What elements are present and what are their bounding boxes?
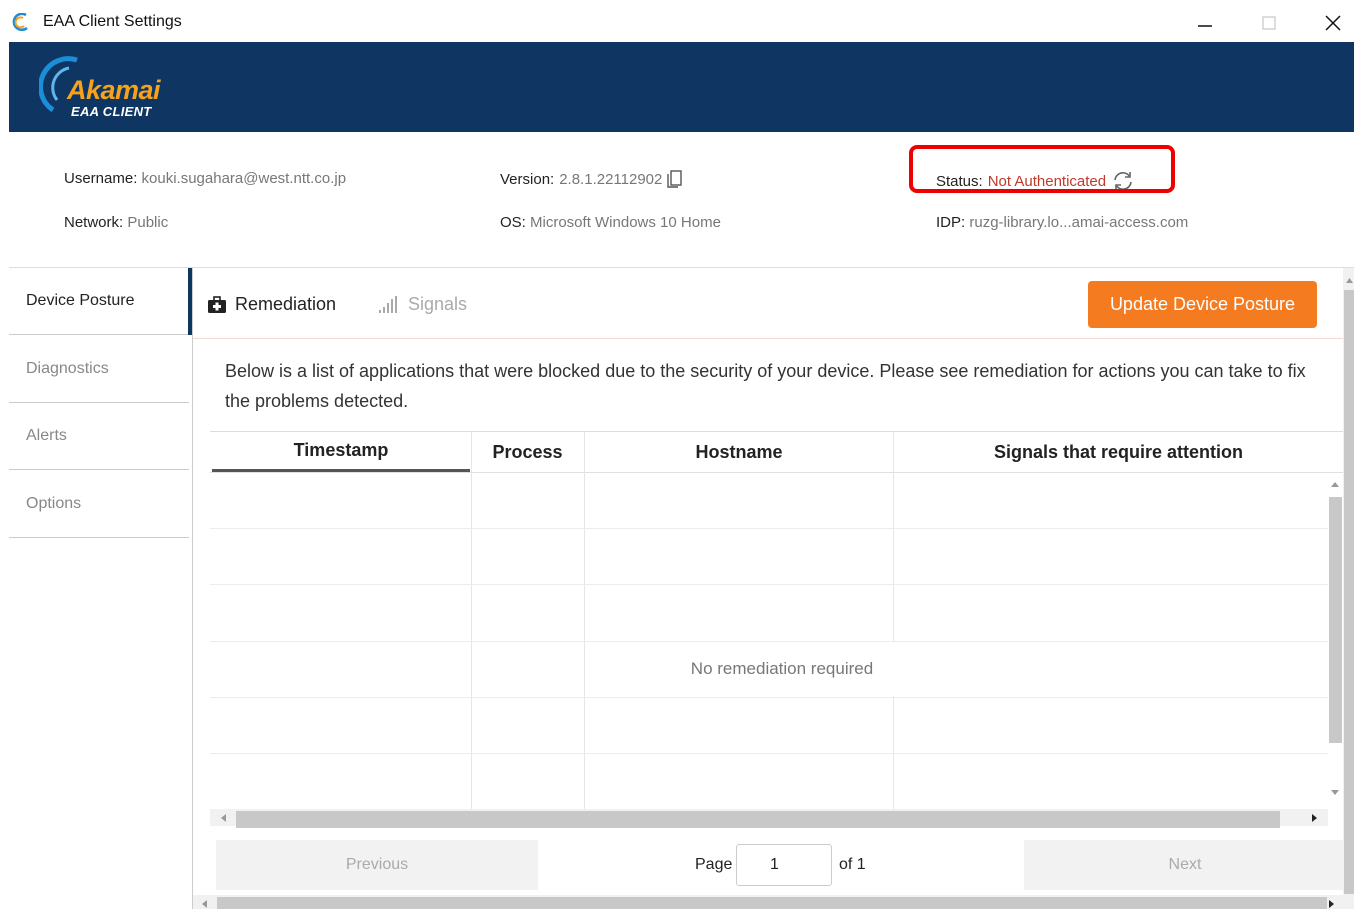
table-row-divider [210, 528, 1328, 529]
os-value: Microsoft Windows 10 Home [530, 214, 721, 231]
column-header-hostname[interactable]: Hostname [585, 432, 893, 472]
empty-table-message: No remediation required [656, 642, 908, 696]
brand-subtitle: EAA CLIENT [71, 104, 152, 119]
info-divider [9, 267, 1354, 268]
tab-signals[interactable]: Signals [378, 294, 467, 315]
minimize-icon [1198, 25, 1212, 27]
next-page-button[interactable]: Next [1024, 840, 1346, 890]
username-info: Username: kouki.sugahara@west.ntt.co.jp [64, 170, 346, 187]
medkit-icon [208, 295, 226, 313]
minimize-button[interactable] [1183, 8, 1227, 38]
tab-remediation[interactable]: Remediation [207, 294, 336, 315]
close-icon [1325, 15, 1341, 31]
network-label: Network: [64, 214, 124, 231]
page-total-label: of 1 [839, 856, 866, 873]
main-horizontal-scroll-thumb[interactable] [217, 897, 1327, 909]
sidebar-item-label: Alerts [26, 427, 67, 444]
os-label: OS: [500, 214, 526, 231]
network-info: Network: Public [64, 214, 168, 231]
tab-label: Signals [408, 294, 468, 314]
sidebar-item-label: Device Posture [26, 292, 135, 309]
main-vertical-scroll-thumb[interactable] [1344, 290, 1354, 894]
table-vertical-scroll-thumb[interactable] [1329, 497, 1342, 743]
sidebar-item-diagnostics[interactable]: Diagnostics [9, 336, 189, 403]
column-header-timestamp[interactable]: Timestamp [212, 432, 470, 472]
tab-divider [193, 338, 1343, 339]
sidebar-item-device-posture[interactable]: Device Posture [9, 268, 189, 335]
update-device-posture-button[interactable]: Update Device Posture [1088, 281, 1317, 328]
brand-banner: Akamai EAA CLIENT [9, 42, 1354, 132]
column-header-signals[interactable]: Signals that require attention [894, 432, 1343, 472]
table-row-divider [210, 697, 1328, 698]
status-highlight-box [909, 145, 1175, 193]
scroll-up-arrow-icon[interactable] [1330, 480, 1340, 488]
scroll-up-arrow-icon[interactable] [1345, 276, 1354, 284]
copy-icon[interactable] [667, 170, 683, 188]
tab-label: Remediation [235, 294, 337, 314]
close-button[interactable] [1311, 8, 1354, 38]
version-value: 2.8.1.22112902 [559, 170, 663, 188]
os-info: OS: Microsoft Windows 10 Home [500, 214, 721, 231]
brand-name: Akamai [67, 75, 161, 105]
column-header-process[interactable]: Process [471, 432, 584, 472]
akamai-icon [12, 13, 28, 31]
window-title: EAA Client Settings [43, 13, 182, 30]
page-number-input[interactable] [736, 844, 832, 886]
signal-bars-icon [379, 295, 397, 313]
scroll-left-arrow-icon[interactable] [219, 813, 227, 823]
sidebar-item-alerts[interactable]: Alerts [9, 403, 189, 470]
version-label: Version: [500, 170, 555, 188]
sidebar-border [192, 268, 193, 909]
scroll-right-arrow-icon[interactable] [1328, 899, 1336, 909]
scroll-right-arrow-icon[interactable] [1311, 813, 1319, 823]
table-row-divider [210, 584, 1328, 585]
scroll-down-arrow-icon[interactable] [1330, 789, 1340, 797]
sidebar-item-label: Diagnostics [26, 360, 109, 377]
header-divider [210, 472, 1343, 473]
remediation-table [210, 431, 1343, 826]
previous-page-button[interactable]: Previous [216, 840, 538, 890]
title-bar [0, 0, 1354, 42]
sidebar-item-options[interactable]: Options [9, 471, 189, 538]
table-horizontal-scroll-thumb[interactable] [236, 811, 1280, 828]
network-value: Public [127, 214, 169, 231]
description-text: Below is a list of applications that wer… [225, 361, 1306, 411]
username-label: Username: [64, 170, 138, 187]
version-info: Version: 2.8.1.22112902 [500, 170, 683, 188]
idp-value: ruzg-library.lo...amai-access.com [969, 214, 1189, 231]
sidebar-item-label: Options [26, 495, 82, 512]
idp-label: IDP: [936, 214, 966, 231]
table-row-divider [210, 753, 1328, 754]
maximize-button[interactable] [1247, 8, 1291, 38]
scroll-left-arrow-icon[interactable] [200, 899, 208, 909]
username-value: kouki.sugahara@west.ntt.co.jp [141, 170, 347, 187]
idp-info: IDP: ruzg-library.lo...amai-access.com [936, 214, 1188, 231]
maximize-icon [1262, 16, 1276, 30]
page-label: Page [695, 856, 733, 873]
